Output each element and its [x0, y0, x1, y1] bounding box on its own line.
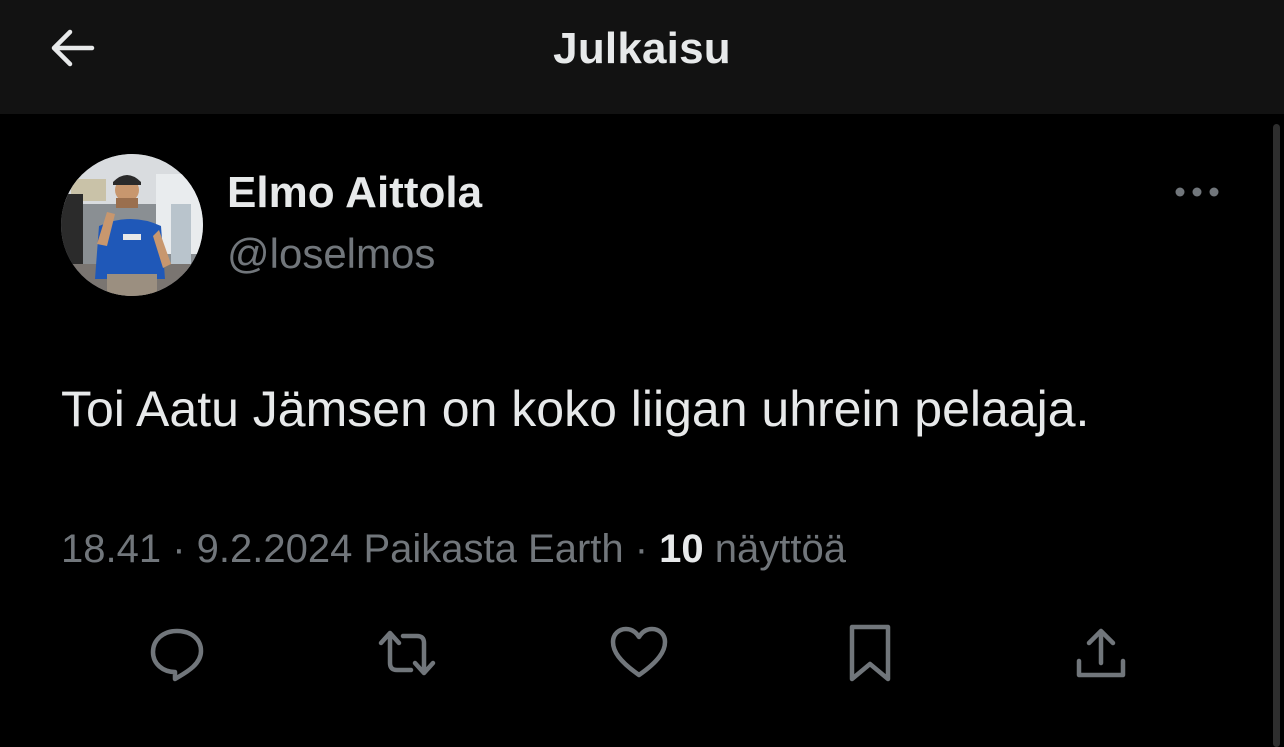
page-title: Julkaisu — [553, 24, 731, 73]
bookmark-button[interactable] — [835, 620, 905, 690]
more-horizontal-icon — [1172, 184, 1222, 205]
like-button[interactable] — [604, 620, 674, 690]
reply-icon — [147, 623, 207, 688]
share-button[interactable] — [1066, 620, 1136, 690]
tweet-time[interactable]: 18.41 — [61, 527, 161, 571]
share-icon — [1071, 623, 1131, 688]
tweet-meta: 18.41 · 9.2.2024 Paikasta Earth · 10 näy… — [61, 527, 846, 572]
author-display-name[interactable]: Elmo Aittola — [227, 168, 482, 218]
tweet-text: Toi Aatu Jämsen on koko liigan uhrein pe… — [61, 381, 1090, 437]
avatar[interactable] — [61, 154, 203, 296]
scrollbar[interactable] — [1273, 124, 1280, 747]
more-options-button[interactable] — [1168, 176, 1226, 212]
like-icon — [609, 623, 669, 688]
meta-separator: · — [161, 527, 197, 571]
meta-separator: · — [623, 527, 660, 571]
tweet-source: Paikasta Earth — [363, 527, 624, 571]
tweet-date[interactable]: 9.2.2024 — [197, 527, 353, 571]
author-handle[interactable]: @loselmos — [227, 230, 435, 278]
views-label: näyttöä — [714, 527, 847, 571]
retweet-icon — [377, 623, 437, 688]
retweet-button[interactable] — [372, 620, 442, 690]
reply-button[interactable] — [142, 620, 212, 690]
bookmark-icon — [840, 623, 900, 688]
views-count: 10 — [659, 527, 704, 571]
top-bar: Julkaisu — [0, 0, 1284, 114]
